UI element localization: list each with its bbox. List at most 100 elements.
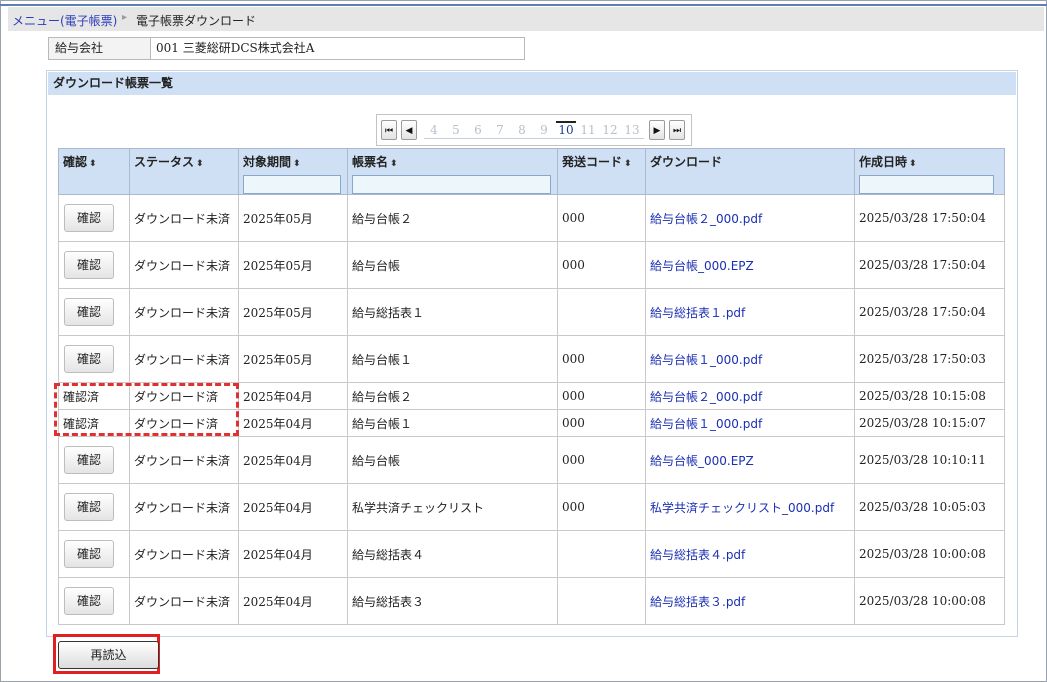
table-row: 確認 ダウンロード未済 2025年05月 給与台帳２ 000 給与台帳２_000.pdf 2… — [58, 194, 1005, 242]
table-header-row: 確認 ⬍ ステータス ⬍ 対象期間 ⬍ 帳票名 ⬍ 発送コード ⬍ ダウンロード 作成日時… — [58, 148, 1005, 195]
created-time: 2025/03/28 17:50:04 — [859, 258, 986, 272]
download-link[interactable]: 給与台帳１_000.pdf — [650, 353, 762, 367]
cell-confirm: 確認 — [58, 288, 130, 336]
header-status[interactable]: ステータス ⬍ — [129, 148, 239, 195]
created-time: 2025/03/28 10:00:08 — [859, 547, 986, 561]
download-link[interactable]: 給与台帳_000.EPZ — [650, 259, 754, 273]
confirm-button[interactable]: 確認 — [64, 587, 114, 615]
cell-download: 給与台帳１_000.pdf — [645, 335, 855, 383]
confirm-button[interactable]: 確認 — [64, 540, 114, 568]
period-filter-input[interactable] — [243, 175, 341, 194]
report-name: 私学共済チェックリスト — [352, 500, 485, 515]
download-link[interactable]: 私学共済チェックリスト_000.pdf — [650, 501, 834, 515]
pager-page-number[interactable]: 4 — [424, 123, 444, 137]
cell-code: 000 — [557, 335, 646, 383]
report-name: 給与台帳２ — [352, 389, 413, 404]
report-name: 給与台帳 — [352, 453, 401, 468]
cell-download: 給与台帳１_000.pdf — [645, 409, 855, 437]
sort-icon: ⬍ — [909, 159, 917, 169]
header-confirm[interactable]: 確認 ⬍ — [58, 148, 130, 195]
period-text: 2025年04月 — [243, 547, 313, 562]
cell-name: 給与台帳 — [347, 436, 558, 484]
confirm-button[interactable]: 確認 — [64, 251, 114, 279]
download-link[interactable]: 給与総括表４.pdf — [650, 548, 745, 562]
pager-page-number[interactable]: 7 — [490, 123, 510, 137]
pager-next-icon[interactable]: ▶ — [649, 120, 665, 140]
cell-confirm: 確認 — [58, 241, 130, 289]
cell-download: 給与台帳２_000.pdf — [645, 194, 855, 242]
status-text: ダウンロード未済 — [134, 500, 231, 515]
download-link[interactable]: 給与総括表１.pdf — [650, 306, 745, 320]
table-row: 確認 ダウンロード未済 2025年04月 私学共済チェックリスト 000 私学共済チェック… — [58, 483, 1005, 531]
report-name: 給与総括表３ — [352, 594, 425, 609]
cell-name: 給与総括表３ — [347, 577, 558, 625]
header-code[interactable]: 発送コード ⬍ — [557, 148, 646, 195]
name-filter-input[interactable] — [352, 175, 551, 194]
cell-status: ダウンロード未済 — [129, 335, 239, 383]
breadcrumb-parent-link[interactable]: メニュー(電子帳票) — [12, 12, 117, 29]
pager-page-number[interactable]: 12 — [600, 123, 620, 137]
cell-download: 給与総括表４.pdf — [645, 530, 855, 578]
confirm-button[interactable]: 確認 — [64, 446, 114, 474]
cell-confirm: 確認 — [58, 194, 130, 242]
created-time: 2025/03/28 10:05:03 — [859, 500, 986, 514]
period-text: 2025年05月 — [243, 352, 313, 367]
cell-code: 000 — [557, 241, 646, 289]
pager-page-number[interactable]: 6 — [468, 123, 488, 137]
cell-code — [557, 577, 646, 625]
table-row: 確認 ダウンロード未済 2025年05月 給与台帳１ 000 給与台帳１_000.pdf 2… — [58, 335, 1005, 383]
header-created[interactable]: 作成日時 ⬍ — [854, 148, 1005, 195]
confirm-button[interactable]: 確認 — [64, 298, 114, 326]
top-accent-line — [0, 4, 1047, 6]
confirm-button[interactable]: 確認 — [64, 493, 114, 521]
pager-page-number[interactable]: 5 — [446, 123, 466, 137]
report-name: 給与台帳１ — [352, 352, 413, 367]
created-filter-input[interactable] — [859, 175, 994, 194]
cell-confirm: 確認 — [58, 483, 130, 531]
download-link[interactable]: 給与台帳２_000.pdf — [650, 390, 762, 404]
status-text: ダウンロード未済 — [134, 258, 231, 273]
sort-icon: ⬍ — [390, 159, 398, 169]
table-row: 確認 ダウンロード未済 2025年04月 給与台帳 000 給与台帳_000.EPZ 202… — [58, 436, 1005, 484]
header-name[interactable]: 帳票名 ⬍ — [347, 148, 558, 195]
pager-page-number[interactable]: 8 — [512, 123, 532, 137]
created-time: 2025/03/28 17:50:04 — [859, 305, 986, 319]
ship-code: 000 — [562, 258, 585, 272]
header-period[interactable]: 対象期間 ⬍ — [238, 148, 348, 195]
download-link[interactable]: 給与総括表３.pdf — [650, 595, 745, 609]
reload-button[interactable]: 再読込 — [58, 641, 159, 669]
pager-page-number[interactable]: 9 — [534, 123, 554, 137]
pager-prev-icon[interactable]: ◀ — [401, 120, 417, 140]
header-code-label: 発送コード — [562, 155, 623, 169]
report-name: 給与総括表４ — [352, 547, 425, 562]
status-text: ダウンロード未済 — [134, 594, 231, 609]
cell-period: 2025年05月 — [238, 335, 348, 383]
sort-icon: ⬍ — [624, 159, 632, 169]
download-link[interactable]: 給与台帳２_000.pdf — [650, 212, 762, 226]
pager-page-number[interactable]: 11 — [578, 123, 598, 137]
pager-underline — [424, 138, 644, 139]
cell-name: 給与総括表４ — [347, 530, 558, 578]
pager-first-icon[interactable]: ⏮ — [381, 120, 397, 140]
status-text: ダウンロード未済 — [134, 211, 231, 226]
created-time: 2025/03/28 17:50:04 — [859, 211, 986, 225]
header-download-label: ダウンロード — [650, 155, 723, 169]
cell-code — [557, 530, 646, 578]
pager-page-number[interactable]: 10 — [556, 121, 576, 137]
cell-created: 2025/03/28 10:15:07 — [854, 409, 1005, 437]
report-name: 給与台帳１ — [352, 416, 413, 431]
cell-confirm: 確認 — [58, 335, 130, 383]
cell-period: 2025年05月 — [238, 288, 348, 336]
pager-last-icon[interactable]: ⏭ — [669, 120, 685, 140]
breadcrumb: メニュー(電子帳票) ▸ 電子帳票ダウンロード — [8, 7, 1044, 31]
pager-page-number[interactable]: 13 — [622, 123, 642, 137]
cell-download: 給与台帳_000.EPZ — [645, 436, 855, 484]
download-link[interactable]: 給与台帳１_000.pdf — [650, 417, 762, 431]
company-value: 001 三菱総研DCS株式会社A — [156, 41, 315, 55]
cell-code: 000 — [557, 409, 646, 437]
confirm-button[interactable]: 確認 — [64, 345, 114, 373]
period-text: 2025年05月 — [243, 258, 313, 273]
download-link[interactable]: 給与台帳_000.EPZ — [650, 454, 754, 468]
status-text: ダウンロード未済 — [134, 547, 231, 562]
confirm-button[interactable]: 確認 — [64, 204, 114, 232]
